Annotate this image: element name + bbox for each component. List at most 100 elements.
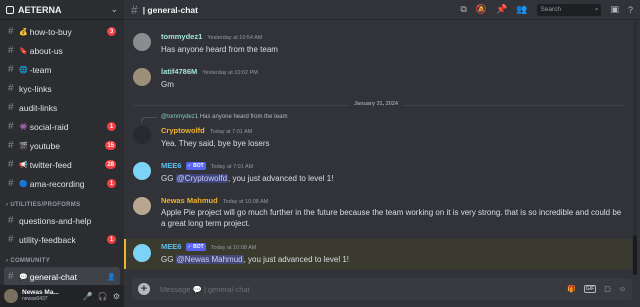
- channel-topbar: # | general-chat ⧉ 🔕 📌 👥 Search ⌕ ▣ ?: [124, 0, 640, 20]
- gift-icon[interactable]: 🎁: [567, 285, 576, 293]
- message-author[interactable]: Cryptowolfd: [161, 126, 205, 135]
- server-header[interactable]: AETERNA ⌄: [0, 0, 124, 20]
- channel-label: youtube: [29, 140, 60, 151]
- channel-label: about-us: [29, 45, 63, 56]
- message-input[interactable]: Message 💬 | general-chat: [160, 285, 559, 294]
- channel-emoji-icon: 📢: [19, 161, 28, 169]
- channel-item[interactable]: # 📢 twitter-feed 28: [4, 155, 120, 174]
- reply-connector: [141, 117, 157, 123]
- bot-badge: ✓ BOT: [185, 243, 206, 251]
- channel-item[interactable]: # 🌐 -team: [4, 60, 120, 79]
- hash-icon: #: [8, 215, 14, 226]
- user-mention[interactable]: @Cryptowolfd: [175, 174, 229, 183]
- inbox-icon[interactable]: ▣: [610, 4, 619, 15]
- channel-item[interactable]: # utility-feedback 1: [4, 230, 120, 249]
- message-timestamp: Yesterday at 10:02 PM: [202, 70, 258, 76]
- channel-item[interactable]: # 🎬 youtube 15: [4, 136, 120, 155]
- user-names[interactable]: Newas Ma... newas0437: [22, 290, 78, 302]
- hash-icon: #: [131, 2, 138, 17]
- user-mention[interactable]: @Newas Mahmud: [175, 255, 244, 264]
- channel-label: utility-feedback: [19, 234, 76, 245]
- avatar[interactable]: [133, 244, 151, 262]
- sticker-icon[interactable]: ▢: [604, 285, 611, 293]
- bot-badge: ✓ BOT: [185, 162, 206, 170]
- chevron-icon: ›: [6, 258, 9, 264]
- gear-icon[interactable]: ⚙: [113, 292, 120, 301]
- channel-item[interactable]: # 💰 how-to-buy 3: [4, 22, 120, 41]
- channel-label: general-chat: [29, 271, 77, 282]
- notifications-muted-icon[interactable]: 🔕: [476, 4, 487, 15]
- server-name: AETERNA: [18, 4, 62, 15]
- gif-button[interactable]: GIF: [583, 285, 597, 293]
- avatar[interactable]: [133, 162, 151, 180]
- message-author[interactable]: MEE6: [161, 242, 181, 251]
- hash-icon: #: [8, 45, 14, 56]
- channel-category[interactable]: › UTILITIES/PROFORMS: [0, 193, 124, 211]
- channel-label: social-raid: [29, 121, 69, 132]
- message-author[interactable]: MEE6: [161, 161, 181, 170]
- message[interactable]: @tommydez1 Has anyone heard from the tea…: [124, 112, 632, 152]
- category-label: UTILITIES/PROFORMS: [10, 202, 81, 208]
- channel-item-active[interactable]: # 💬 general-chat 👤: [4, 267, 120, 286]
- channel-emoji-icon: 🔵: [19, 180, 28, 188]
- channel-label: -team: [29, 64, 52, 75]
- server-icon: [6, 5, 14, 14]
- help-icon[interactable]: ?: [628, 5, 633, 15]
- threads-icon[interactable]: ⧉: [460, 4, 466, 15]
- invite-icon[interactable]: 👤: [107, 273, 116, 281]
- message-text: Has anyone heard from the team: [161, 45, 278, 54]
- message-text: Gm: [161, 80, 174, 89]
- message[interactable]: tommydez1 Yesterday at 10:54 AM Has anyo…: [124, 29, 632, 57]
- message-author[interactable]: tommydez1: [161, 32, 202, 41]
- avatar[interactable]: [133, 33, 151, 51]
- avatar[interactable]: [4, 289, 18, 303]
- message-timestamp: Today at 7:01 AM: [210, 164, 254, 170]
- channel-item[interactable]: # kyc-links: [4, 79, 120, 98]
- channel-list: # 💰 how-to-buy 3 # 🔖 about-us # 🌐 -team # kyc-links…: [0, 20, 124, 286]
- channel-label: ama-recording: [29, 178, 85, 189]
- channel-item[interactable]: # audit-links: [4, 98, 120, 117]
- channel-item[interactable]: # 🔖 about-us: [4, 41, 120, 60]
- message[interactable]: latif4786M Yesterday at 10:02 PM Gm: [124, 64, 632, 92]
- avatar[interactable]: [133, 197, 151, 215]
- scrollbar-thumb[interactable]: [633, 235, 637, 275]
- unread-badge: 1: [107, 122, 116, 131]
- unread-badge: 15: [105, 141, 116, 150]
- channel-label: audit-links: [19, 102, 58, 113]
- channel-item[interactable]: # 👾 social-raid 1: [4, 117, 120, 136]
- unread-badge: 1: [107, 179, 116, 188]
- emoji-icon[interactable]: ☺: [619, 286, 626, 293]
- scrollbar[interactable]: [633, 21, 637, 275]
- message-text: GG @Cryptowolfd, you just advanced to le…: [161, 174, 334, 183]
- hash-icon: #: [8, 159, 14, 170]
- message[interactable]: Newas Mahmud Today at 10:08 AM Apple Pie…: [124, 193, 632, 233]
- search-input[interactable]: Search ⌕: [537, 3, 602, 16]
- message-author[interactable]: Newas Mahmud: [161, 196, 218, 205]
- mute-mic-icon[interactable]: 🎤: [83, 292, 93, 301]
- message[interactable]: MEE6 ✓ BOT Today at 10:08 AM GG @Newas M…: [124, 239, 632, 269]
- channel-emoji-icon: 🔖: [19, 47, 28, 55]
- message-author[interactable]: latif4786M: [161, 67, 197, 76]
- reply-reference[interactable]: @tommydez1 Has anyone heard from the tea…: [161, 114, 288, 120]
- avatar[interactable]: [133, 68, 151, 86]
- chevron-down-icon[interactable]: ⌄: [110, 4, 118, 15]
- pinned-messages-icon[interactable]: 📌: [496, 4, 507, 15]
- hash-icon: #: [8, 271, 14, 282]
- headphones-icon[interactable]: 🎧: [98, 292, 108, 301]
- message-text: Yea. They said, bye bye losers: [161, 139, 270, 148]
- search-icon: ⌕: [594, 5, 599, 13]
- avatar[interactable]: [133, 126, 151, 144]
- channel-label: twitter-feed: [29, 159, 72, 170]
- member-list-icon[interactable]: 👥: [516, 4, 527, 15]
- user-panel: Newas Ma... newas0437 🎤 🎧 ⚙: [0, 285, 124, 307]
- message[interactable]: MEE6 ✓ BOT Today at 7:01 AM GG @Cryptowo…: [124, 158, 632, 186]
- channel-item[interactable]: # questions-and-help: [4, 211, 120, 230]
- message-text: GG @Newas Mahmud, you just advanced to l…: [161, 255, 349, 264]
- channel-item[interactable]: # 🔵 ama-recording 1: [4, 174, 120, 193]
- add-attachment-button[interactable]: +: [138, 283, 150, 295]
- hash-icon: #: [8, 26, 14, 37]
- channel-emoji-icon: 🎬: [19, 142, 28, 150]
- channel-category[interactable]: › COMMUNITY: [0, 249, 124, 267]
- channel-emoji-icon: 👾: [19, 123, 28, 131]
- message-composer[interactable]: + Message 💬 | general-chat 🎁 GIF ▢ ☺: [132, 278, 632, 300]
